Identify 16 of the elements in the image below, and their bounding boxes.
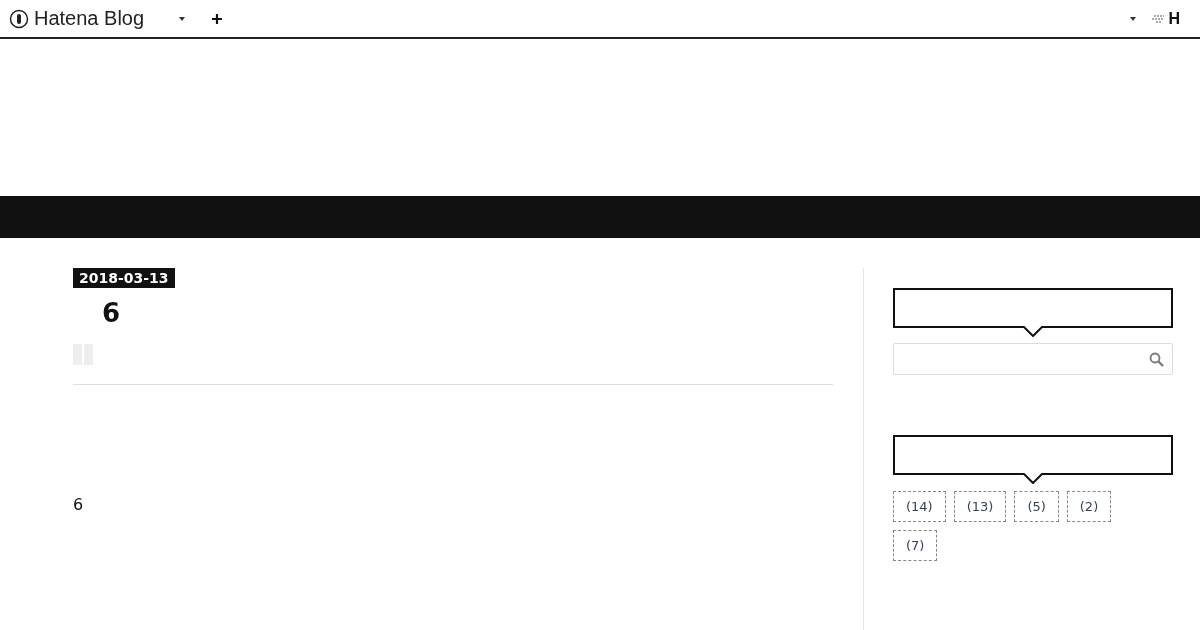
category-link[interactable]: (5) (1014, 491, 1059, 522)
category-link[interactable]: (7) (893, 530, 938, 561)
search-icon[interactable] (1149, 351, 1164, 367)
entry-body: 6 (73, 495, 85, 514)
search-field[interactable] (893, 343, 1173, 375)
category-link[interactable]: (2) (1066, 491, 1112, 522)
entry-date[interactable]: 2018-03-13 (73, 268, 175, 288)
logo-text[interactable]: H (1168, 9, 1180, 28)
category-link[interactable]: (14) (893, 491, 946, 522)
logo-icon (9, 8, 29, 29)
category-link[interactable]: (13) (953, 491, 1007, 522)
entry-title[interactable]: 6 (102, 298, 833, 328)
logo-text[interactable]: Hatena Blog (34, 7, 145, 30)
plus-icon[interactable] (212, 13, 223, 24)
caret-icon[interactable] (179, 16, 186, 21)
caret-icon[interactable] (1130, 16, 1137, 21)
